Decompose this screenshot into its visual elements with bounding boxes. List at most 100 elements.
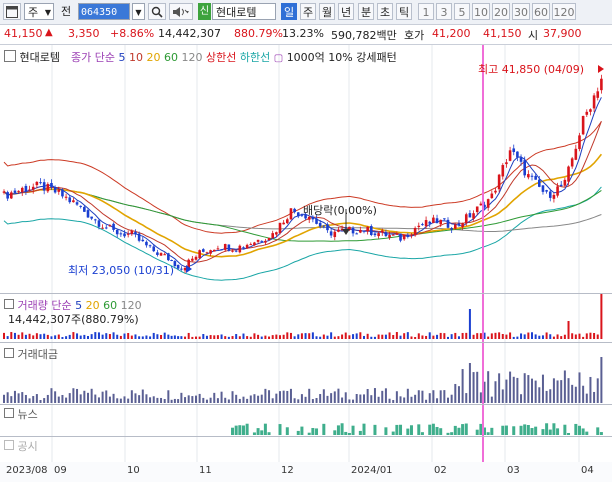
legend-ma-type: 단순 bbox=[94, 51, 115, 64]
candle bbox=[391, 234, 395, 236]
interval-60[interactable]: 60 bbox=[532, 3, 550, 20]
interval-10[interactable]: 10 bbox=[472, 3, 490, 20]
interval-20[interactable]: 20 bbox=[492, 3, 510, 20]
volume-bar bbox=[216, 335, 219, 339]
amount-bar bbox=[520, 394, 523, 403]
candle bbox=[10, 192, 13, 199]
price-change: 3,350 bbox=[68, 27, 100, 40]
candle bbox=[574, 148, 578, 160]
volume-bar bbox=[392, 334, 395, 339]
volume-bar bbox=[149, 336, 152, 339]
volume-bar bbox=[253, 333, 256, 339]
volume-bar bbox=[498, 332, 501, 339]
candle bbox=[180, 268, 183, 270]
volume-bar bbox=[541, 335, 544, 339]
candle bbox=[446, 219, 450, 228]
volume-bar bbox=[87, 335, 89, 339]
volume-bar bbox=[578, 333, 581, 339]
news-bar bbox=[384, 427, 388, 435]
period-week[interactable]: 주 bbox=[300, 3, 316, 20]
amount-bar bbox=[443, 390, 446, 403]
interval-1[interactable]: 1 bbox=[418, 3, 434, 20]
amount-bar bbox=[65, 397, 68, 403]
chevron-down-icon[interactable]: ▼ bbox=[132, 3, 145, 20]
candle bbox=[450, 228, 453, 230]
candle bbox=[83, 206, 86, 212]
amount-bar bbox=[344, 392, 347, 403]
amount-bar bbox=[560, 380, 563, 403]
candle bbox=[108, 225, 112, 227]
volume-bar bbox=[311, 332, 314, 339]
open-price: 37,900 bbox=[543, 27, 582, 40]
prev-label[interactable]: 전 bbox=[58, 3, 74, 20]
volume-bar bbox=[260, 336, 263, 339]
amount-bar bbox=[123, 396, 126, 403]
amount-bar bbox=[494, 381, 497, 403]
period-second[interactable]: 초 bbox=[377, 3, 393, 20]
candle bbox=[61, 189, 64, 197]
chart-menu-icon[interactable] bbox=[4, 50, 16, 62]
amount-bar bbox=[286, 390, 289, 403]
window-icon[interactable] bbox=[3, 3, 21, 20]
volume-bar bbox=[39, 334, 42, 339]
news-bar bbox=[490, 427, 494, 435]
period-tick[interactable]: 틱 bbox=[396, 3, 412, 20]
amount-bar bbox=[479, 392, 482, 403]
amount-bar bbox=[87, 392, 89, 403]
turnover: 13.23% bbox=[282, 27, 324, 40]
news-panel-title: 뉴스 bbox=[4, 406, 38, 422]
amount-bar bbox=[35, 394, 38, 403]
news-bar bbox=[450, 432, 454, 435]
stock-name-field[interactable]: 현대로템 bbox=[212, 3, 276, 20]
amount-bar bbox=[341, 397, 344, 403]
interval-5[interactable]: 5 bbox=[454, 3, 470, 20]
candle bbox=[223, 243, 227, 250]
candle bbox=[421, 224, 424, 226]
volume-bar bbox=[282, 334, 285, 339]
period-minute[interactable]: 분 bbox=[358, 3, 374, 20]
volume-bar bbox=[24, 334, 27, 339]
volume-bar bbox=[160, 334, 163, 339]
candle bbox=[264, 240, 267, 243]
interval-3[interactable]: 3 bbox=[436, 3, 452, 20]
amount-bar bbox=[315, 398, 318, 403]
volume-bar bbox=[531, 332, 533, 339]
market-select[interactable]: 주 ▼ bbox=[24, 3, 54, 20]
amount-panel-title: 거래대금 bbox=[4, 346, 58, 362]
news-bar bbox=[552, 423, 556, 435]
amount-bar bbox=[156, 397, 159, 403]
volume-bar bbox=[501, 333, 504, 339]
period-day[interactable]: 일 bbox=[281, 3, 297, 20]
volume-bar bbox=[242, 333, 245, 339]
amount-bar bbox=[216, 398, 219, 403]
speaker-icon[interactable] bbox=[169, 3, 193, 20]
amount-bar bbox=[476, 371, 479, 403]
ask-price: 41,200 bbox=[432, 27, 471, 40]
news-bar bbox=[464, 423, 468, 435]
candle bbox=[249, 244, 253, 246]
candle bbox=[296, 212, 300, 217]
candle bbox=[2, 191, 6, 193]
search-icon[interactable] bbox=[148, 3, 166, 20]
candle bbox=[24, 185, 28, 192]
volume-bar bbox=[209, 335, 212, 339]
news-bar bbox=[256, 428, 260, 435]
amount-bar bbox=[76, 388, 79, 403]
candle bbox=[145, 241, 148, 246]
volume-bar bbox=[286, 332, 289, 339]
candle bbox=[329, 231, 333, 236]
stock-code-input[interactable]: 064350 bbox=[78, 3, 130, 20]
period-year[interactable]: 년 bbox=[338, 3, 354, 20]
amount-bar bbox=[149, 397, 152, 403]
volume-bar bbox=[68, 334, 71, 339]
period-month[interactable]: 월 bbox=[319, 3, 335, 20]
volume-bar bbox=[381, 334, 384, 339]
volume-bar bbox=[538, 335, 541, 339]
volume-bar bbox=[152, 332, 155, 339]
amount-bar bbox=[454, 383, 457, 403]
volume-bar bbox=[567, 321, 570, 339]
amount-bar bbox=[101, 391, 104, 403]
interval-120[interactable]: 120 bbox=[552, 3, 576, 20]
news-title: 뉴스 bbox=[17, 408, 38, 421]
interval-30[interactable]: 30 bbox=[512, 3, 530, 20]
